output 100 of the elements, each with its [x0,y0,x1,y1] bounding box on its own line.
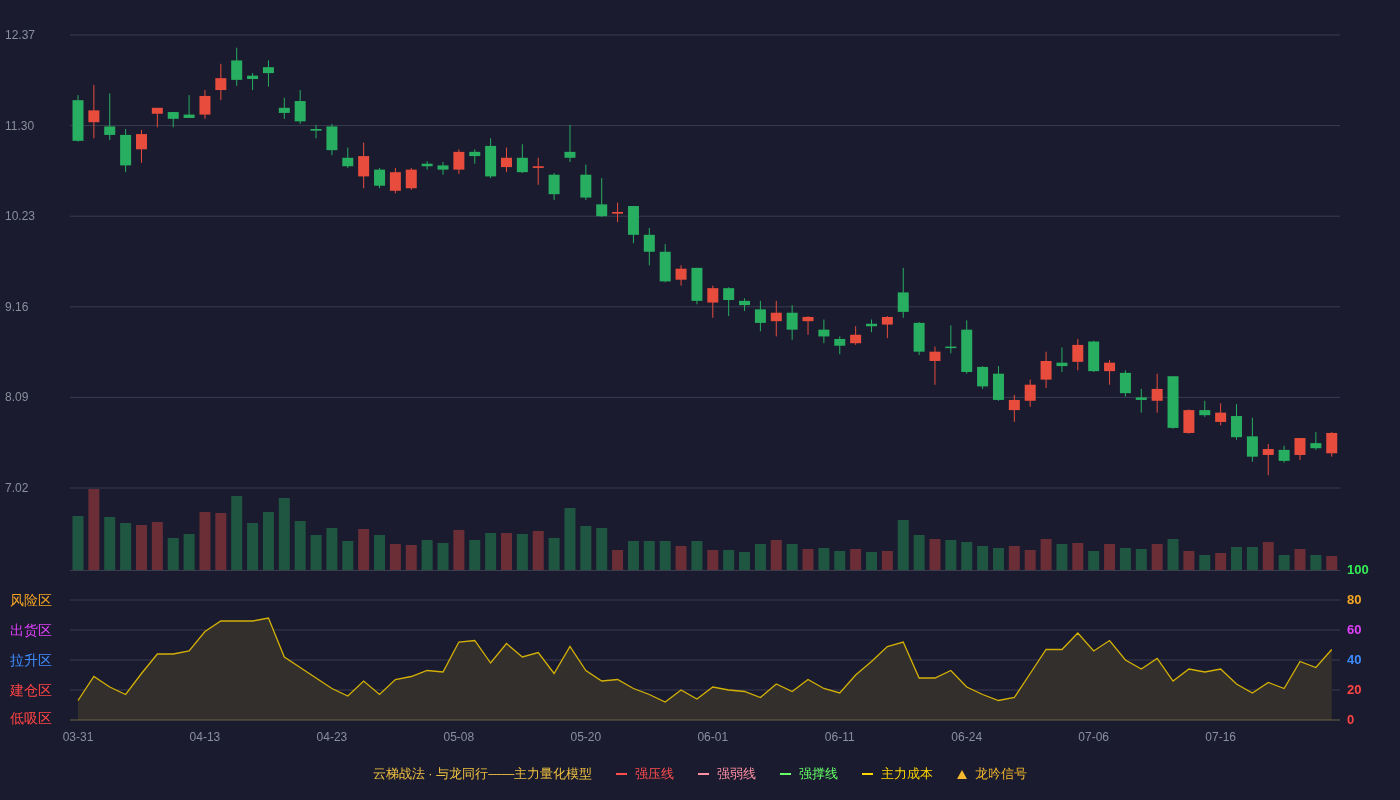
candlestick [437,161,449,176]
candlestick [612,202,624,223]
axis-label: 04-13 [189,730,221,744]
candlestick [374,167,386,189]
candlestick [1246,417,1258,463]
candlestick [1088,340,1100,373]
candlestick [215,63,227,101]
candlestick [881,315,893,339]
axis-label: 03-31 [62,730,94,744]
candlestick [1008,394,1020,423]
candlestick [786,304,798,341]
axis-label: 07-16 [1205,730,1236,744]
axis-label: 40 [1347,652,1362,667]
candlestick [262,59,274,88]
candlestick [231,47,243,87]
candlestick [961,319,973,375]
axis-label: 8.09 [5,390,29,405]
legend-label: 强弱线 [717,765,757,784]
candlestick [167,111,179,128]
zone-label: 出货区 [10,622,52,638]
candlestick [1215,402,1227,426]
candlestick [151,107,163,128]
legend-title: 云梯战法 · 与龙同行——主力量化模型 [372,765,593,784]
axis-label: 05-08 [443,730,475,744]
axis-label: 06-24 [951,730,983,744]
candlestick [389,167,401,194]
candlestick [992,365,1004,402]
candlestick [659,243,671,283]
candlestick [754,300,766,332]
candlestick [88,84,100,139]
candlestick [136,129,147,164]
candlestick [501,147,512,173]
candlestick [516,143,528,174]
candlestick [802,315,814,336]
candlestick [421,160,433,171]
candlestick [532,157,544,186]
candlestick [1183,408,1195,435]
candlestick [1040,351,1052,389]
axis-label: 06-11 [824,730,855,744]
axis-label: 12.37 [5,28,36,42]
candlestick [326,123,338,156]
legend-label: 龙吟信号 [975,765,1028,784]
axis-label: 06-01 [697,730,729,744]
candlestick [627,205,639,244]
candlestick [1199,400,1211,418]
candlestick [405,167,417,191]
candlestick [866,319,877,333]
axis-label: 0 [1347,712,1355,727]
zone-label: 建仓区 [10,682,52,698]
candlestick [1072,338,1084,371]
axis-label: 04-23 [316,730,348,744]
candlestick [739,297,751,312]
axis-label: 10.23 [5,209,36,224]
candlestick [707,285,719,319]
candlestick [310,124,322,139]
zone-label: 拉升区 [10,652,52,668]
candlestick [580,164,592,201]
candlestick [897,267,909,319]
candlestick [1294,437,1306,461]
candlestick [723,286,735,317]
candlestick [1326,431,1338,458]
candlestick [485,137,497,179]
candlestick [183,94,195,119]
candlestick [1262,443,1274,476]
candlestick [691,267,703,305]
candlestick [1167,375,1179,430]
axis-label: 9.16 [5,299,29,314]
candlestick [675,264,687,287]
candlestick [1310,431,1322,451]
candlestick [945,324,957,354]
axis-label: 20 [1347,682,1362,697]
candlestick [294,89,306,125]
zone-label: 低吸区 [10,710,52,726]
candlestick [643,227,655,266]
legend-label: 主力成本 [881,765,934,784]
legend-label: 强撑线 [799,765,839,784]
axis-label: 100 [1347,562,1369,577]
candlestick [1056,346,1068,373]
candlestick [1119,369,1131,398]
candlestick [120,128,132,173]
candlestick [913,321,925,356]
candlestick [469,148,481,165]
candlestick [358,142,370,189]
candlestick [1024,379,1036,408]
candlestick [1278,445,1290,464]
axis-label: 05-20 [570,730,602,744]
axis-label: 60 [1347,622,1362,637]
zone-label: 风险区 [10,592,52,608]
candlestick [850,325,862,346]
candlestick [104,92,116,141]
candlestick [818,319,830,344]
candlestick [1135,388,1147,414]
candlestick [977,365,989,390]
candlestick [1231,403,1242,441]
candlestick [342,147,354,169]
axis-label: 07-06 [1078,730,1110,744]
candlestick [1104,359,1116,386]
candlestick [247,72,259,91]
axis-label: 7.02 [5,481,29,495]
candlestick [834,335,846,355]
